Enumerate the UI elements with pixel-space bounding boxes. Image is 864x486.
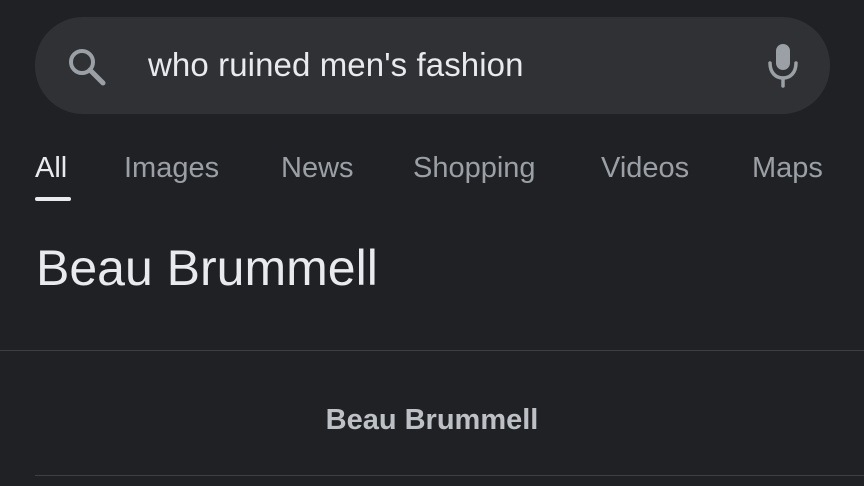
divider: [35, 475, 864, 476]
tab-videos[interactable]: Videos: [601, 150, 689, 186]
search-tabs: All Images News Shopping Videos Maps: [0, 140, 864, 204]
tab-news[interactable]: News: [281, 150, 354, 186]
answer-heading: Beau Brummell: [36, 240, 378, 296]
tab-shopping[interactable]: Shopping: [413, 150, 536, 186]
search-icon[interactable]: [65, 45, 107, 87]
search-input[interactable]: who ruined men's fashion: [148, 43, 524, 87]
mic-icon[interactable]: [764, 42, 802, 88]
tab-images[interactable]: Images: [124, 150, 219, 186]
tab-maps[interactable]: Maps: [752, 150, 823, 186]
active-tab-indicator: [35, 197, 71, 201]
tab-all[interactable]: All: [35, 150, 67, 186]
divider: [0, 350, 864, 351]
result-title-link[interactable]: Beau Brummell: [0, 401, 864, 439]
search-results-page: who ruined men's fashion All Images News…: [0, 0, 864, 486]
